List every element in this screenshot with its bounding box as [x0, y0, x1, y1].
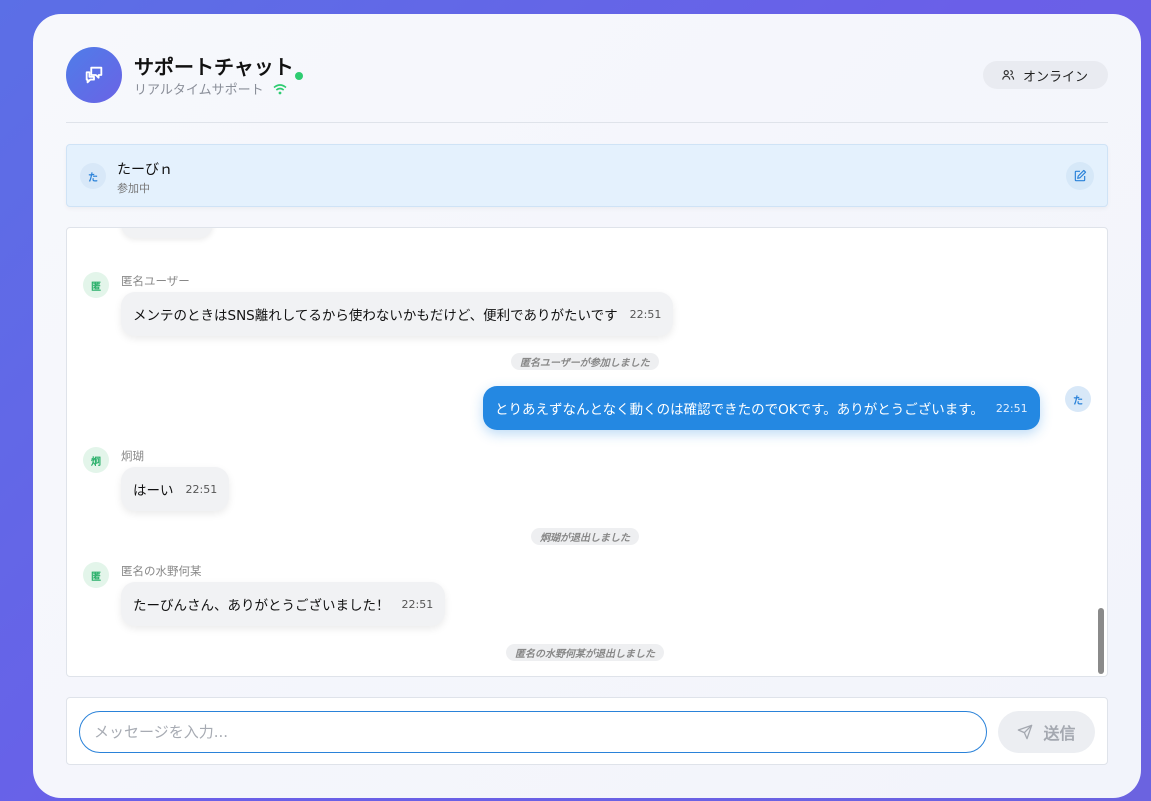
- message-text: とりあえずなんとなく動くのは確認できたのでOKです。ありがとうございます。: [495, 402, 984, 418]
- message-bubble: メンテのときはSNS離れしてるから使わないかもだけど、便利でありがたいです 22…: [121, 292, 674, 336]
- message-time: 22:51: [995, 401, 1028, 415]
- user-status: 参加中: [117, 182, 150, 195]
- send-button[interactable]: 送信: [998, 711, 1095, 753]
- sender-name: 匿名の水野何某: [121, 564, 202, 578]
- wifi-icon: [273, 83, 287, 94]
- users-icon: [1002, 70, 1015, 80]
- system-message: 匿名ユーザーが参加しました: [511, 353, 659, 370]
- message-input[interactable]: [79, 711, 987, 753]
- chat-header: サポートチャット リアルタイムサポート オンライン: [66, 47, 1108, 123]
- current-user-bar: た たーびｎ 参加中: [66, 144, 1108, 207]
- message-list[interactable]: 匿 匿名ユーザー メンテのときはSNS離れしてるから使わないかもだけど、便利であ…: [66, 227, 1108, 677]
- online-status-dot: [295, 72, 303, 80]
- send-icon: [1018, 724, 1033, 740]
- my-message-bubble: とりあえずなんとなく動くのは確認できたのでOKです。ありがとうございます。 22…: [483, 386, 1040, 430]
- message-text: メンテのときはSNS離れしてるから使わないかもだけど、便利でありがたいです: [133, 308, 618, 324]
- avatar: 匿: [83, 562, 109, 588]
- message-time: 22:51: [401, 597, 434, 611]
- system-message: 匿名の水野何某が退出しました: [506, 644, 664, 661]
- avatar: た: [80, 163, 106, 189]
- avatar: た: [1065, 386, 1091, 412]
- avatar: 匿: [83, 272, 109, 298]
- message-text: たーびんさん、ありがとうございました！: [133, 598, 390, 614]
- avatar: 炯: [83, 447, 109, 473]
- system-message: 炯瑚が退出しました: [531, 528, 639, 545]
- chat-bubbles-icon: [85, 66, 103, 84]
- online-users-button[interactable]: オンライン: [982, 61, 1108, 89]
- message-time: 22:51: [629, 307, 662, 321]
- subtitle-text: リアルタイムサポート: [134, 83, 264, 98]
- message-bubble: たーびんさん、ありがとうございました！ 22:51: [121, 582, 446, 626]
- edit-name-button[interactable]: [1066, 162, 1094, 190]
- message-time: 22:51: [185, 482, 218, 496]
- sender-name: 匿名ユーザー: [121, 274, 190, 288]
- message-text: はーい: [133, 483, 174, 499]
- online-label: オンライン: [1022, 69, 1088, 85]
- chat-logo: [66, 47, 122, 103]
- scrollbar-thumb[interactable]: [1098, 608, 1104, 674]
- message-bubble-partial: [121, 228, 213, 238]
- page-subtitle: リアルタイムサポート: [134, 79, 288, 98]
- send-label: 送信: [1043, 724, 1076, 743]
- composer: 送信: [66, 697, 1108, 765]
- page-title: サポートチャット: [134, 55, 294, 79]
- user-name: たーびｎ: [117, 162, 173, 178]
- sender-name: 炯瑚: [121, 449, 144, 463]
- message-bubble: はーい 22:51: [121, 467, 230, 511]
- pencil-icon: [1074, 169, 1087, 182]
